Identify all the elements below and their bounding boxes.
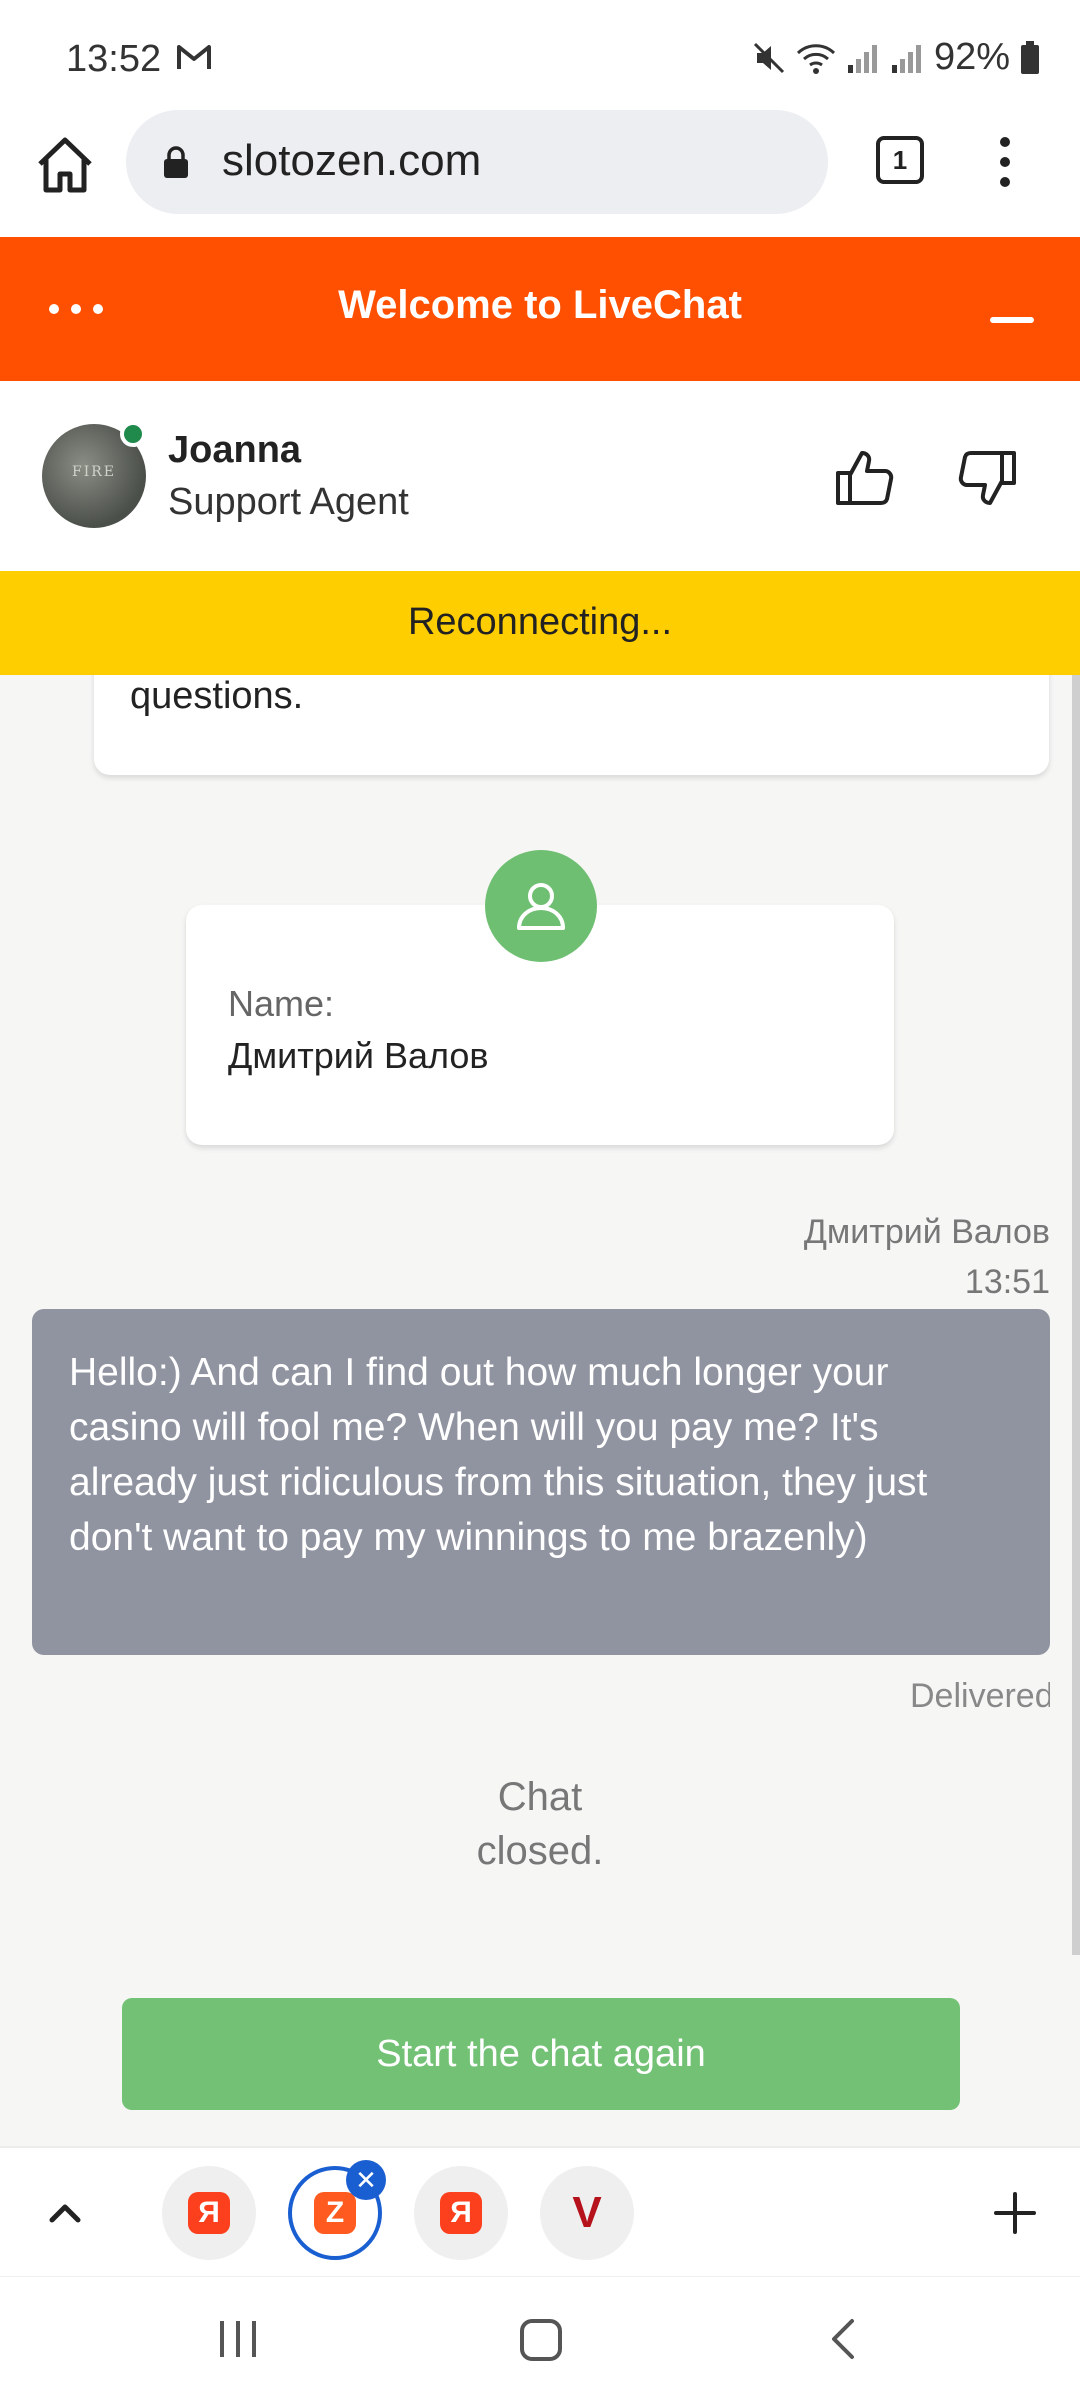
tab-switcher-button[interactable]: 1 bbox=[876, 136, 924, 184]
avatar-text: FIRE bbox=[71, 464, 116, 480]
chevron-up-icon[interactable] bbox=[40, 2188, 90, 2238]
url-text: slotozen.com bbox=[222, 136, 482, 185]
browser-toolbar: slotozen.com 1 bbox=[0, 100, 1080, 235]
form-name-value: Дмитрий Валов bbox=[228, 1035, 489, 1076]
recent-apps-icon[interactable] bbox=[216, 2315, 260, 2363]
chat-closed-text: Chat bbox=[497, 1775, 583, 1819]
battery-icon bbox=[1021, 40, 1039, 74]
yandex-icon: Я bbox=[188, 2192, 230, 2234]
scrollbar[interactable] bbox=[1072, 675, 1080, 1955]
gmail-icon bbox=[177, 45, 211, 69]
reconnecting-text: Reconnecting... bbox=[407, 601, 673, 643]
message-time: 13:51 bbox=[964, 1263, 1050, 1301]
yandex-icon-2: Я bbox=[440, 2192, 482, 2234]
agent-name: Joanna bbox=[168, 429, 302, 471]
new-tab-icon[interactable] bbox=[990, 2188, 1040, 2238]
livechat-title: Welcome to LiveChat bbox=[338, 283, 742, 327]
back-icon[interactable] bbox=[824, 2315, 864, 2363]
welcome-message: Welcome back, let us know if you have an… bbox=[130, 675, 304, 717]
tab-strip: Я Z ✕ Я V bbox=[0, 2146, 1080, 2278]
status-bar: 13:52 92% bbox=[0, 0, 1080, 110]
lock-icon bbox=[164, 146, 188, 178]
thumbs-down-icon[interactable] bbox=[954, 447, 1018, 511]
thumbs-up-icon[interactable] bbox=[834, 445, 898, 509]
battery-percent: 92% bbox=[933, 36, 1010, 78]
online-status-dot bbox=[120, 421, 146, 447]
tab-vivaldi[interactable]: V bbox=[540, 2166, 634, 2260]
delivery-status: Delivered bbox=[910, 1677, 1050, 1715]
user-icon bbox=[485, 850, 597, 962]
visitor-message-bubble: Hello:) And can I find out how much long… bbox=[32, 1309, 1050, 1655]
home-icon[interactable] bbox=[30, 130, 100, 200]
minimize-icon[interactable] bbox=[990, 317, 1034, 323]
status-icons: 92% bbox=[752, 36, 1040, 79]
tab-yandex-2[interactable]: Я bbox=[414, 2166, 508, 2260]
mute-icon bbox=[753, 42, 784, 73]
close-tab-icon[interactable]: ✕ bbox=[346, 2160, 386, 2200]
signal-icon bbox=[847, 44, 877, 73]
agent-info: FIRE Joanna Support Agent bbox=[0, 381, 1080, 572]
clock: 13:52 bbox=[66, 38, 162, 80]
vivaldi-icon: V bbox=[572, 2188, 602, 2237]
address-bar[interactable]: slotozen.com bbox=[126, 110, 828, 214]
message-sender: Дмитрий Валов bbox=[803, 1213, 1050, 1251]
home-nav-icon[interactable] bbox=[518, 2315, 564, 2363]
tab-yandex-1[interactable]: Я bbox=[162, 2166, 256, 2260]
chat-area[interactable]: Welcome back, let us know if you have an… bbox=[0, 675, 1080, 2146]
livechat-header: Welcome to LiveChat bbox=[0, 237, 1080, 381]
zen-icon: Z bbox=[314, 2192, 356, 2234]
wifi-icon bbox=[796, 43, 835, 74]
person-icon bbox=[517, 883, 565, 930]
reconnecting-banner: Reconnecting... bbox=[0, 571, 1080, 675]
signal-icon-2 bbox=[891, 44, 921, 73]
chat-closed-text-2: closed. bbox=[476, 1829, 604, 1873]
system-nav-bar bbox=[0, 2276, 1080, 2401]
start-chat-again-button[interactable]: Start the chat again bbox=[122, 1998, 960, 2110]
agent-role: Support Agent bbox=[168, 481, 409, 523]
form-name-label: Name: bbox=[228, 983, 335, 1024]
agent-message-card: Welcome back, let us know if you have an… bbox=[94, 675, 1049, 775]
more-menu-icon[interactable] bbox=[990, 132, 1020, 192]
message-text: Hello:) And can I find out how much long… bbox=[69, 1351, 928, 1559]
